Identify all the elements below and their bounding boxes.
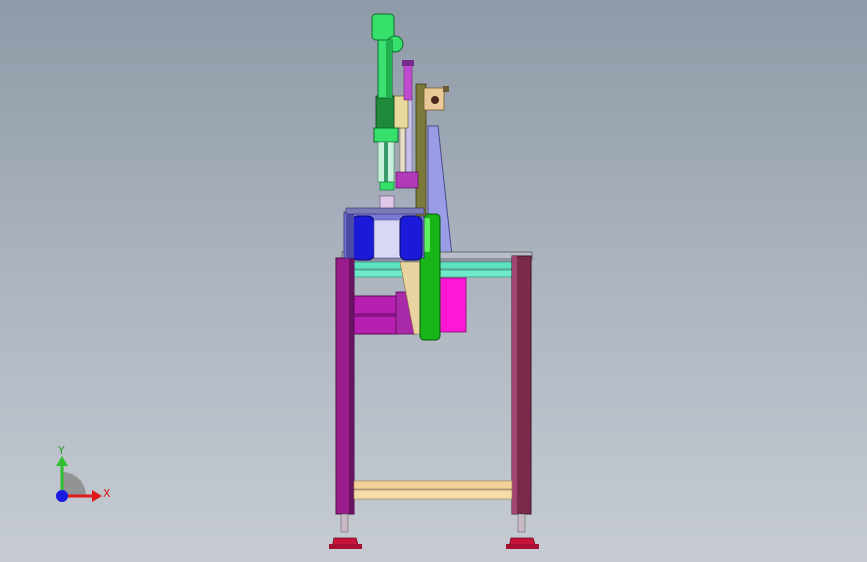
bottom-bar-lower [353,489,513,500]
y-axis-arrow [56,456,68,466]
mini-actuator [403,63,413,101]
motor-band [354,313,398,317]
cylinder-cap [371,13,395,41]
drum-right-cap [399,215,423,261]
frame-leg-right-shade [512,256,517,514]
piston-rod-core [384,142,388,182]
piston-tip [379,181,395,191]
cad-viewport[interactable]: Y X [0,0,867,562]
x-axis-label: X [103,487,111,500]
tool-holder [395,171,419,189]
belt-guard-highlight [424,218,430,252]
mini-actuator-top [402,60,414,66]
z-axis-dot [56,490,68,502]
foot-base-right [506,544,539,549]
cylinder-collar [373,127,399,143]
coordinate-triad: Y X [40,440,120,510]
foot-base-left [329,544,362,549]
bottom-bar-upper [353,480,513,490]
foot-stem-right [517,513,526,533]
drum-left-cap [351,215,375,261]
foot-stem-left [340,513,349,533]
magenta-block [437,277,467,333]
clamp-hole [431,96,439,104]
drum-base [346,212,354,258]
cylinder-barrel-shade [386,40,392,98]
cylinder-dark-block [375,95,395,131]
frame-leg-left-shade [349,258,354,514]
x-axis-arrow [92,490,102,502]
clamp-handle [443,86,449,92]
fixture-plate [345,207,425,215]
machine-assembly-model[interactable] [0,0,867,562]
y-axis-label: Y [58,444,65,457]
